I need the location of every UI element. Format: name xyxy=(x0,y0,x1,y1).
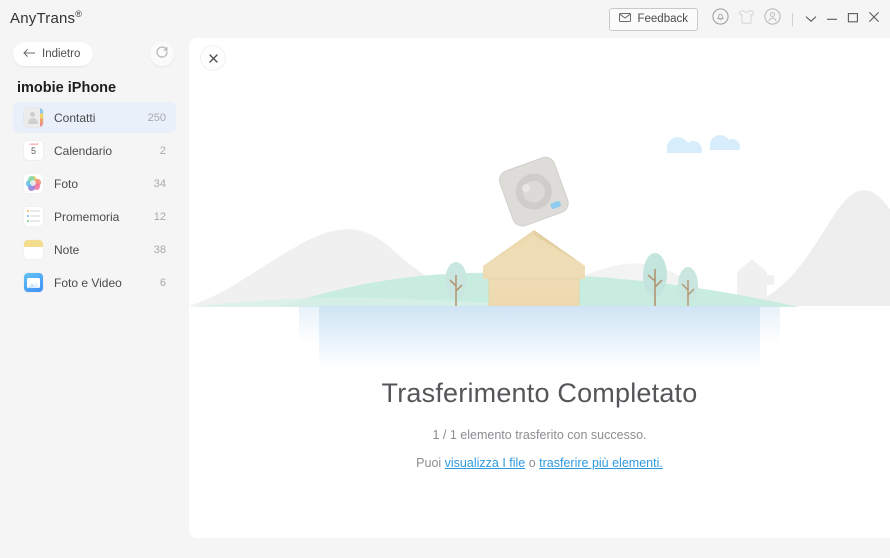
page-title: Trasferimento Completato xyxy=(381,378,698,408)
account-button[interactable] xyxy=(759,6,785,32)
registered-mark: ® xyxy=(75,9,83,19)
sidebar-item-label: Contatti xyxy=(54,110,96,125)
sidebar-item-label: Note xyxy=(54,242,80,257)
sidebar-item-calendario[interactable]: martedi 5 Calendario 2 xyxy=(13,135,176,166)
refresh-icon xyxy=(155,45,169,64)
close-icon xyxy=(208,52,218,65)
sidebar-item-count: 34 xyxy=(153,177,166,190)
toolbar-divider xyxy=(792,12,793,26)
contacts-icon xyxy=(24,108,43,127)
refresh-button[interactable] xyxy=(150,42,174,66)
calendar-icon: martedi 5 xyxy=(24,141,43,160)
app-title: AnyTrans® xyxy=(10,9,82,27)
device-name: imobie iPhone xyxy=(17,80,117,96)
minimize-button[interactable] xyxy=(821,6,842,32)
sidebar-item-label: Promemoria xyxy=(54,209,120,224)
menu-button[interactable] xyxy=(800,6,821,32)
bell-icon xyxy=(711,8,729,30)
sidebar-item-contatti[interactable]: Contatti 250 xyxy=(13,102,176,133)
close-panel-button[interactable] xyxy=(201,46,225,70)
envelope-icon xyxy=(619,13,632,25)
sidebar-item-foto[interactable]: Foto 34 xyxy=(13,168,176,199)
completion-subtitle: 1 / 1 elemento trasferito con successo. xyxy=(432,428,647,442)
close-window-button[interactable] xyxy=(863,6,884,32)
sidebar: Indietro imobie iPhone Contatti 250 mart… xyxy=(0,38,189,558)
sidebar-item-label: Foto e Video xyxy=(54,275,122,290)
notes-icon xyxy=(24,240,43,259)
content-panel: Trasferimento Completato 1 / 1 elemento … xyxy=(189,38,890,538)
maximize-button[interactable] xyxy=(842,6,863,32)
sidebar-item-count: 2 xyxy=(159,144,166,157)
sidebar-toolbar: Indietro xyxy=(0,38,189,72)
sidebar-item-label: Foto xyxy=(54,176,79,191)
water xyxy=(299,306,780,368)
device-in-box xyxy=(498,156,569,227)
feedback-label: Feedback xyxy=(637,13,688,25)
calendar-day-label: 5 xyxy=(30,146,36,156)
sidebar-item-label: Calendario xyxy=(54,143,113,158)
minimize-icon xyxy=(826,10,838,28)
reminders-icon xyxy=(24,207,43,226)
sidebar-item-count: 6 xyxy=(159,276,166,289)
back-label: Indietro xyxy=(42,48,81,60)
photos-icon xyxy=(24,174,43,193)
title-bar-controls: Feedback xyxy=(609,0,884,38)
maximize-icon xyxy=(847,10,859,28)
transfer-more-link[interactable]: trasferire più elementi. xyxy=(539,456,663,470)
sidebar-item-foto-e-video[interactable]: Foto e Video 6 xyxy=(13,267,176,298)
media-icon xyxy=(24,273,43,292)
sidebar-nav: Contatti 250 martedi 5 Calendario 2 Foto… xyxy=(0,102,189,298)
title-bar: AnyTrans® Feedback xyxy=(0,0,890,38)
user-icon xyxy=(763,8,781,30)
anytrans-window: AnyTrans® Feedback Indietro imobie iPhon… xyxy=(0,0,890,558)
feedback-button[interactable]: Feedback xyxy=(609,7,698,31)
sidebar-item-count: 250 xyxy=(147,111,166,124)
sidebar-item-count: 38 xyxy=(153,243,166,256)
tshirt-icon xyxy=(738,9,755,30)
illustration-svg xyxy=(189,135,890,368)
view-files-link[interactable]: visualizza I file xyxy=(445,456,526,470)
chevron-down-icon xyxy=(805,10,817,28)
sidebar-item-promemoria[interactable]: Promemoria 12 xyxy=(13,201,176,232)
clouds xyxy=(667,135,740,153)
action-separator: o xyxy=(525,456,540,470)
notification-button[interactable] xyxy=(707,6,733,32)
sidebar-item-count: 12 xyxy=(153,210,166,223)
sidebar-item-note[interactable]: Note 38 xyxy=(13,234,176,265)
transfer-complete-illustration xyxy=(189,123,890,368)
close-icon xyxy=(868,10,880,28)
app-title-text: AnyTrans xyxy=(10,10,76,27)
skin-button[interactable] xyxy=(733,6,759,32)
completion-message: Trasferimento Completato 1 / 1 elemento … xyxy=(189,378,890,470)
completion-actions: Puoi visualizza I file o trasferire più … xyxy=(189,456,890,470)
arrow-left-icon xyxy=(23,48,36,61)
action-prefix: Puoi xyxy=(416,456,445,470)
back-button[interactable]: Indietro xyxy=(13,42,94,66)
